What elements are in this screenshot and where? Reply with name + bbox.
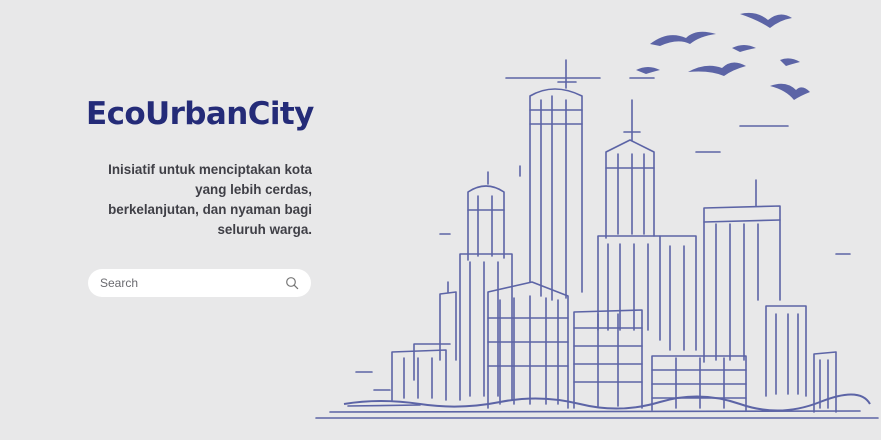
- search-input[interactable]: [100, 273, 285, 293]
- hero-tagline: Inisiatif untuk menciptakan kota yang le…: [86, 160, 312, 240]
- brand-title: EcoUrbanCity: [86, 96, 314, 132]
- birds: [636, 12, 810, 100]
- tagline-line: berkelanjutan, dan nyaman bagi: [108, 202, 312, 217]
- search-icon[interactable]: [285, 276, 299, 290]
- tagline-line: seluruh warga.: [217, 222, 312, 237]
- city-skyline-illustration: [315, 12, 879, 419]
- search-bar[interactable]: [88, 269, 311, 297]
- tagline-line: yang lebih cerdas,: [195, 182, 312, 197]
- skyline-sketch: [315, 59, 879, 419]
- ground-scribbles: [343, 393, 871, 412]
- tagline-line: Inisiatif untuk menciptakan kota: [108, 162, 312, 177]
